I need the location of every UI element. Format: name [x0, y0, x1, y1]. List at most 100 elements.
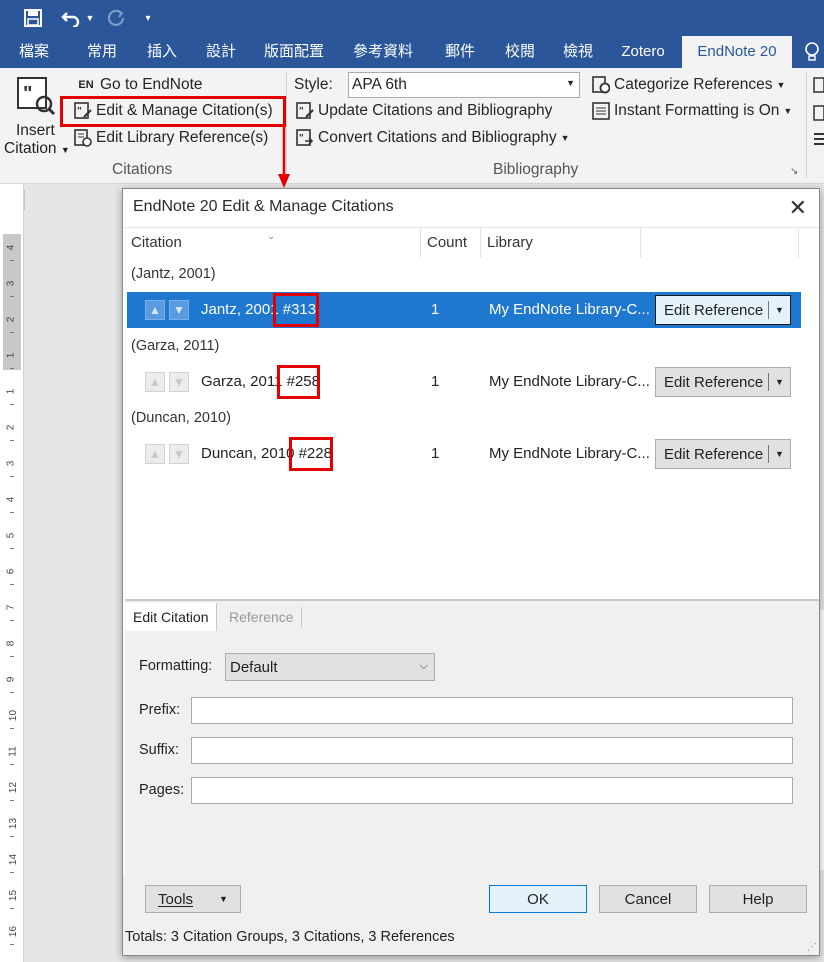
- ruler-tick: [10, 584, 14, 585]
- dialog-titlebar: EndNote 20 Edit & Manage Citations ✕: [123, 189, 819, 227]
- column-header-count[interactable]: Count: [421, 228, 481, 258]
- undo-icon[interactable]: [58, 6, 84, 30]
- ruler-tick: [10, 548, 14, 549]
- ruler-tick: [10, 728, 14, 729]
- style-select[interactable]: APA 6th ▼: [348, 72, 580, 98]
- move-down-icon[interactable]: ▼: [169, 300, 189, 320]
- formatting-value: Default: [230, 659, 278, 676]
- tab-reference[interactable]: Reference: [221, 603, 302, 631]
- move-up-icon[interactable]: ▲: [145, 372, 165, 392]
- chevron-down-icon[interactable]: ▼: [768, 301, 790, 319]
- convert-citations-label: Convert Citations and Bibliography: [318, 129, 557, 146]
- edit-reference-button[interactable]: Edit Reference ▼: [655, 439, 791, 469]
- undo-dropdown-icon[interactable]: ▼: [84, 6, 96, 30]
- resize-grip-icon[interactable]: ⋰: [807, 942, 817, 953]
- prefix-label: Prefix:: [139, 702, 181, 718]
- close-icon[interactable]: ✕: [789, 195, 807, 221]
- ruler-tick: [10, 404, 14, 405]
- tab-view[interactable]: 檢視: [552, 36, 604, 68]
- ruler-tick: [10, 836, 14, 837]
- help-button[interactable]: Help: [709, 885, 807, 913]
- citation-row[interactable]: ▲ ▼ Duncan, 2010 #228 1 My EndNote Libra…: [127, 436, 801, 472]
- suffix-input[interactable]: [191, 737, 793, 764]
- ruler-number: 1: [5, 388, 17, 395]
- edit-citation-panel: Edit Citation Reference Formatting: Defa…: [125, 599, 819, 875]
- ruler-number: 15: [8, 889, 20, 902]
- ruler-tick: [10, 908, 14, 909]
- citation-row[interactable]: ▲ ▼ Garza, 2011 #258 1 My EndNote Librar…: [127, 364, 801, 400]
- tab-file[interactable]: 檔案: [10, 36, 58, 68]
- ruler-number: 10: [8, 709, 20, 722]
- highlight-box: [277, 365, 320, 399]
- chevron-down-icon[interactable]: ▼: [768, 445, 790, 463]
- tab-mailings[interactable]: 郵件: [434, 36, 486, 68]
- cancel-button[interactable]: Cancel: [599, 885, 697, 913]
- move-down-icon[interactable]: ▼: [169, 444, 189, 464]
- pages-label: Pages:: [139, 782, 185, 798]
- move-up-icon[interactable]: ▲: [145, 300, 165, 320]
- more-ribbon-icons[interactable]: [812, 76, 824, 156]
- prefix-input[interactable]: [191, 697, 793, 724]
- tab-review[interactable]: 校閱: [494, 36, 546, 68]
- citation-author-year: Jantz, 2001: [201, 301, 279, 318]
- edit-library-label: Edit Library Reference(s): [96, 129, 269, 146]
- instant-formatting-button[interactable]: Instant Formatting is On ▼: [592, 102, 792, 120]
- ribbon-tabs: 檔案 常用 插入 設計 版面配置 參考資料 郵件 校閱 檢視 Zotero En…: [0, 36, 824, 68]
- ruler-number: 5: [5, 532, 17, 539]
- tab-insert[interactable]: 插入: [136, 36, 188, 68]
- categorize-references-button[interactable]: Categorize References ▼: [592, 76, 785, 94]
- tab-divider: [301, 607, 302, 627]
- tab-zotero[interactable]: Zotero: [612, 36, 674, 68]
- citation-library: My EndNote Library-C...: [489, 373, 649, 390]
- edit-reference-button[interactable]: Edit Reference ▼: [655, 367, 791, 397]
- edit-reference-label: Edit Reference: [664, 373, 764, 391]
- vertical-ruler: 4 3 2 1 1 2 3 4 5 6 7 8 9 10 11 12 13 14 15 16: [0, 184, 24, 962]
- insert-citation-button[interactable]: " Insert Citation ▼: [2, 72, 70, 158]
- chevron-down-icon: ▼: [566, 78, 575, 88]
- library-gear-icon: [74, 129, 92, 147]
- customize-qat-icon[interactable]: ▾: [140, 6, 156, 30]
- tab-home[interactable]: 常用: [76, 36, 128, 68]
- column-header-blank: [641, 228, 799, 258]
- edit-library-reference-button[interactable]: Edit Library Reference(s): [74, 129, 268, 147]
- go-to-endnote-button[interactable]: EN Go to EndNote: [76, 76, 202, 94]
- ruler-number: 7: [5, 604, 17, 611]
- convert-citations-button[interactable]: " Convert Citations and Bibliography ▼: [296, 129, 570, 147]
- chevron-down-icon[interactable]: ▼: [768, 373, 790, 391]
- update-citations-button[interactable]: " Update Citations and Bibliography: [296, 102, 552, 120]
- dialog-launcher-icon[interactable]: ↘: [790, 166, 798, 177]
- move-up-icon[interactable]: ▲: [145, 444, 165, 464]
- tab-layout[interactable]: 版面配置: [256, 36, 332, 68]
- tools-label: Tools: [158, 890, 194, 908]
- ruler-number: 11: [7, 746, 19, 757]
- lightbulb-icon[interactable]: [800, 36, 824, 68]
- citation-count: 1: [431, 301, 440, 318]
- ruler-number: 2: [5, 424, 17, 431]
- tab-endnote[interactable]: EndNote 20: [682, 36, 792, 68]
- tools-button[interactable]: Tools ▼: [145, 885, 241, 913]
- citation-row[interactable]: ▲ ▼ Jantz, 2001 #313 1 My EndNote Librar…: [127, 292, 801, 328]
- tab-design[interactable]: 設計: [195, 36, 247, 68]
- citation-library: My EndNote Library-C...: [489, 301, 649, 318]
- citation-author-year: Garza, 2011: [201, 373, 283, 390]
- update-citations-label: Update Citations and Bibliography: [318, 102, 553, 119]
- tab-references[interactable]: 參考資料: [345, 36, 421, 68]
- dialog-footer: Tools ▼ OK Cancel Help Totals: 3 Citatio…: [123, 875, 819, 955]
- formatting-select[interactable]: Default ⌵: [225, 653, 435, 681]
- ruler-number: 2: [5, 316, 17, 323]
- ruler-number: 4: [5, 496, 17, 503]
- ruler-number: 13: [8, 817, 20, 830]
- save-icon[interactable]: [20, 6, 46, 30]
- ruler-tick: [10, 512, 14, 513]
- chevron-down-icon: ⌵: [419, 660, 428, 672]
- pages-input[interactable]: [191, 777, 793, 804]
- ok-button[interactable]: OK: [489, 885, 587, 913]
- sort-chevron-icon: ⌄: [267, 231, 276, 242]
- tab-edit-citation[interactable]: Edit Citation: [125, 603, 218, 631]
- insert-citation-icon: ": [16, 76, 56, 116]
- column-header-citation[interactable]: Citation ⌄: [125, 228, 421, 258]
- edit-reference-button[interactable]: Edit Reference ▼: [655, 295, 791, 325]
- move-down-icon[interactable]: ▼: [169, 372, 189, 392]
- column-header-library[interactable]: Library: [481, 228, 641, 258]
- chevron-down-icon: ▼: [776, 80, 786, 90]
